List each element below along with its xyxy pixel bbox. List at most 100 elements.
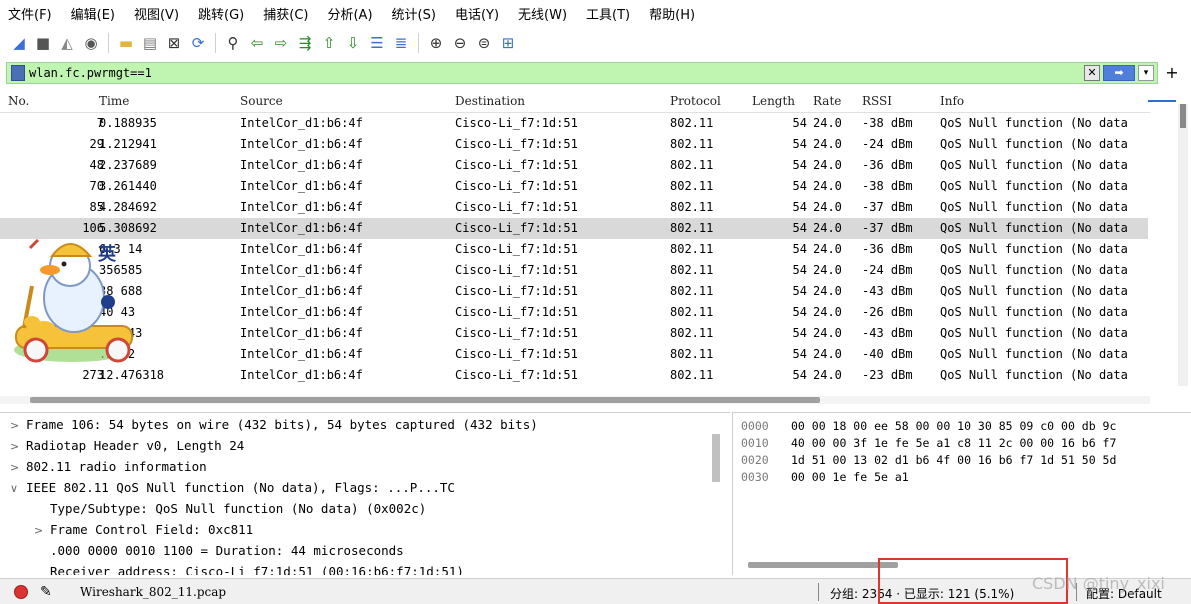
chevron-right-icon[interactable]: > xyxy=(10,440,26,453)
menu-item[interactable]: 捕获(C) xyxy=(263,4,308,23)
bytes-hscrollbar-thumb[interactable] xyxy=(748,562,898,568)
column-header-no[interactable]: No. xyxy=(8,94,29,108)
packet-row[interactable]: 48 2.237689 IntelCor_d1:b6:4f Cisco-Li_f7:1… xyxy=(0,155,1148,176)
packet-list-hscrollbar[interactable] xyxy=(0,396,1150,404)
packet-row[interactable]: 6.3 14 IntelCor_d1:b6:4f Cisco-Li_f7:1d:51… xyxy=(0,239,1148,260)
save-file-icon[interactable]: ▤ xyxy=(139,32,161,54)
detail-tree-item[interactable]: > Radiotap Header v0, Length 24 xyxy=(10,438,244,459)
autoscroll-icon[interactable]: ☰ xyxy=(366,32,388,54)
column-header-source[interactable]: Source xyxy=(240,94,283,108)
detail-tree-item[interactable]: .000 0000 0010 1100 = Duration: 44 micro… xyxy=(50,543,404,564)
details-scrollbar-thumb[interactable] xyxy=(712,434,720,482)
add-filter-button[interactable]: + xyxy=(1162,64,1182,82)
menu-item[interactable]: 视图(V) xyxy=(134,4,179,23)
menu-item[interactable]: 文件(F) xyxy=(8,4,52,23)
packet-row[interactable]: 38 688 IntelCor_d1:b6:4f Cisco-Li_f7:1d:51… xyxy=(0,281,1148,302)
chevron-right-icon[interactable]: > xyxy=(10,461,26,474)
menu-item[interactable]: 编辑(E) xyxy=(71,4,115,23)
scrollbar-thumb[interactable] xyxy=(1180,104,1186,128)
find-magnifier-icon[interactable]: ⚲ xyxy=(222,32,244,54)
close-file-icon[interactable]: ⊠ xyxy=(163,32,185,54)
detail-tree-item[interactable]: >802.11 radio information xyxy=(10,459,207,480)
clear-filter-icon[interactable]: ✕ xyxy=(1084,65,1100,81)
expert-info-error-icon[interactable] xyxy=(14,585,28,599)
cell-proto: 802.11 xyxy=(670,347,714,361)
cell-len: 54 xyxy=(792,221,807,235)
hex-bytes[interactable]: 00 00 18 00 ee 58 00 00 10 30 85 09 c0 0… xyxy=(791,419,1116,433)
menu-item[interactable]: 帮助(H) xyxy=(649,4,695,23)
cell-len: 54 xyxy=(792,158,807,172)
packet-row[interactable]: 40 43 IntelCor_d1:b6:4f Cisco-Li_f7:1d:51 8… xyxy=(0,302,1148,323)
column-header-rate[interactable]: Rate xyxy=(813,94,841,108)
cell-rate: 24.0 xyxy=(813,284,842,298)
first-packet-icon[interactable]: ⇧ xyxy=(318,32,340,54)
stop-square-icon[interactable]: ■ xyxy=(32,32,54,54)
detail-tree-item[interactable]: ∨ IEEE 802.11 QoS Null function (No data)… xyxy=(10,480,455,501)
cell-len: 54 xyxy=(792,263,807,277)
chevron-right-icon[interactable]: > xyxy=(34,524,50,537)
filter-history-chevron-down-icon[interactable]: ▾ xyxy=(1138,65,1154,81)
column-header-destination[interactable]: Destination xyxy=(455,94,525,108)
zoom-out-icon[interactable]: ⊖ xyxy=(449,32,471,54)
menu-item[interactable]: 电话(Y) xyxy=(455,4,499,23)
detail-tree-item[interactable]: > Frame 106: 54 bytes on wire (432 bits),… xyxy=(10,417,538,438)
chevron-right-icon[interactable]: > xyxy=(10,419,26,432)
cell-src: IntelCor_d1:b6:4f xyxy=(240,116,363,130)
column-header-length[interactable]: Length xyxy=(752,94,795,108)
resize-columns-icon[interactable]: ⊞ xyxy=(497,32,519,54)
packet-row[interactable]: 106 5.308692 IntelCor_d1:b6:4f Cisco-Li_f7:… xyxy=(0,218,1148,239)
packet-row[interactable]: 428443IntelCor_d1:b6:4fCisco-Li_f7:1d:51… xyxy=(0,323,1148,344)
go-to-packet-icon[interactable]: ⇶ xyxy=(294,32,316,54)
chevron-down-icon[interactable]: ∨ xyxy=(10,482,26,495)
hex-bytes[interactable]: 40 00 00 3f 1e fe 5e a1 c8 11 2c 00 00 1… xyxy=(791,436,1116,450)
menu-item[interactable]: 工具(T) xyxy=(586,4,630,23)
column-header-info[interactable]: Info xyxy=(940,94,964,108)
column-header-protocol[interactable]: Protocol xyxy=(670,94,721,108)
packet-row[interactable]: .2442IntelCor_d1:b6:4fCisco-Li_f7:1d:518… xyxy=(0,344,1148,365)
shark-fin-start-icon[interactable]: ◢ xyxy=(8,32,30,54)
cell-src: IntelCor_d1:b6:4f xyxy=(240,137,363,151)
packet-row[interactable]: 356585 IntelCor_d1:b6:4f Cisco-Li_f7:1d:51… xyxy=(0,260,1148,281)
restart-fin-icon[interactable]: ◭ xyxy=(56,32,78,54)
detail-tree-item[interactable]: Receiver address: Cisco-Li_f7:1d:51 (00:… xyxy=(50,564,464,575)
cell-dst: Cisco-Li_f7:1d:51 xyxy=(455,158,578,172)
capture-file-name: Wireshark_802_11.pcap xyxy=(80,585,227,599)
colorize-icon[interactable]: ≣ xyxy=(390,32,412,54)
packet-row[interactable]: 29 1.212941 IntelCor_d1:b6:4f Cisco-Li_f7:1… xyxy=(0,134,1148,155)
detail-tree-item[interactable]: Type/Subtype: QoS Null function (No data… xyxy=(50,501,426,522)
hex-bytes[interactable]: 1d 51 00 13 02 d1 b6 4f 00 16 b6 f7 1d 5… xyxy=(791,453,1116,467)
menu-item[interactable]: 跳转(G) xyxy=(198,4,244,23)
open-folder-icon[interactable]: ▬ xyxy=(115,32,137,54)
reload-icon[interactable]: ⟳ xyxy=(187,32,209,54)
capture-comment-pencil-icon[interactable]: ✎ xyxy=(40,584,52,600)
packet-row[interactable]: 70 3.261440 IntelCor_d1:b6:4f Cisco-Li_f7:1… xyxy=(0,176,1148,197)
cell-time: 0.188935 xyxy=(99,116,157,130)
last-packet-icon[interactable]: ⇩ xyxy=(342,32,364,54)
hex-bytes[interactable]: 00 00 1e fe 5e a1 xyxy=(791,470,909,484)
go-back-icon[interactable]: ⇦ xyxy=(246,32,268,54)
bookmark-icon[interactable] xyxy=(11,65,25,81)
packet-list: No. Time Source Destination Protocol Len… xyxy=(0,90,1191,408)
display-filter-input[interactable] xyxy=(29,66,1084,80)
detail-tree-item[interactable]: > Frame Control Field: 0xc811 xyxy=(34,522,253,543)
cell-rssi: -40 dBm xyxy=(862,347,913,361)
options-gear-icon[interactable]: ◉ xyxy=(80,32,102,54)
cell-proto: 802.11 xyxy=(670,326,714,340)
packet-row[interactable]: 85 4.284692 IntelCor_d1:b6:4f Cisco-Li_f7:1… xyxy=(0,197,1148,218)
go-forward-icon[interactable]: ⇨ xyxy=(270,32,292,54)
zoom-normal-icon[interactable]: ⊜ xyxy=(473,32,495,54)
column-header-time[interactable]: Time xyxy=(99,94,129,108)
packet-list-scrollbar[interactable] xyxy=(1178,104,1188,386)
packet-row[interactable]: 7 0.188935 IntelCor_d1:b6:4f Cisco-Li_f7:1d… xyxy=(0,113,1148,134)
menu-item[interactable]: 分析(A) xyxy=(327,4,372,23)
scrollbar-thumb[interactable] xyxy=(30,397,820,403)
zoom-in-icon[interactable]: ⊕ xyxy=(425,32,447,54)
cell-info: QoS Null function (No data xyxy=(940,179,1128,193)
cell-len: 54 xyxy=(792,347,807,361)
column-header-rssi[interactable]: RSSI xyxy=(862,94,892,108)
cell-rssi: -36 dBm xyxy=(862,242,913,256)
packet-row[interactable]: 273 12.476318 IntelCor_d1:b6:4f Cisco-Li_f7… xyxy=(0,365,1148,386)
menu-item[interactable]: 统计(S) xyxy=(392,4,436,23)
menu-item[interactable]: 无线(W) xyxy=(518,4,567,23)
apply-filter-arrow-icon[interactable]: ➡ xyxy=(1103,65,1135,81)
